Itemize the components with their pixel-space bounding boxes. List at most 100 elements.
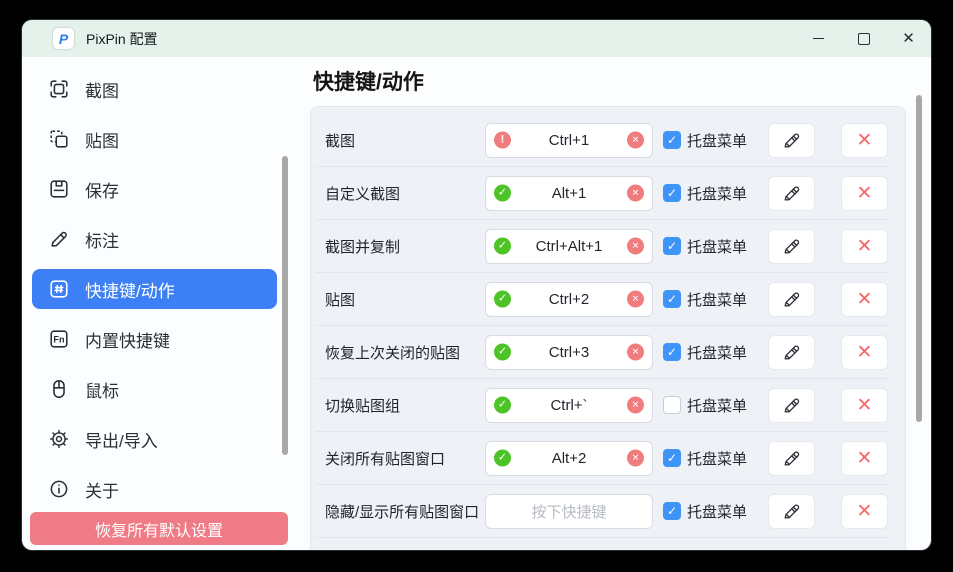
delete-hotkey-button[interactable]: ✕ [841, 494, 888, 529]
pencil-icon [781, 289, 802, 310]
content-area: 快捷键/动作 截图 ! Ctrl+1 ✕ ✓ 托盘菜单 ✕ 自定义截图 ✓ Al… [298, 57, 931, 550]
status-icon: ✓ [494, 344, 511, 361]
edit-hotkey-button[interactable] [768, 282, 815, 317]
tray-menu-checkbox[interactable]: ✓ [663, 131, 681, 149]
restore-defaults-button[interactable]: 恢复所有默认设置 [30, 512, 288, 545]
delete-hotkey-button[interactable]: ✕ [841, 176, 888, 211]
sidebar-item-label: 贴图 [85, 127, 119, 152]
sidebar-item-label: 标注 [85, 227, 119, 252]
hotkey-value: Alt+2 [552, 450, 587, 467]
tray-menu-checkbox[interactable]: ✓ [663, 237, 681, 255]
sidebar-item-label: 快捷键/动作 [85, 277, 175, 302]
hotkey-value: Ctrl+Alt+1 [536, 238, 603, 255]
pencil-icon [781, 130, 802, 151]
tray-menu-label: 托盘菜单 [687, 183, 747, 204]
pixpin-logo-icon: P [53, 28, 74, 49]
annotate-icon [48, 228, 70, 250]
content-scrollbar[interactable] [916, 95, 922, 422]
edit-hotkey-button[interactable] [768, 388, 815, 423]
delete-hotkey-button[interactable]: ✕ [841, 388, 888, 423]
clear-hotkey-icon[interactable]: ✕ [627, 397, 644, 414]
tray-menu-option: ✓ 托盘菜单 [663, 342, 748, 363]
tray-menu-checkbox[interactable]: ✓ [663, 502, 681, 520]
hotkey-value: Ctrl+` [550, 397, 587, 414]
status-icon: ✓ [494, 238, 511, 255]
delete-hotkey-button[interactable]: ✕ [841, 229, 888, 264]
clear-hotkey-icon[interactable]: ✕ [627, 450, 644, 467]
edit-hotkey-button[interactable] [768, 229, 815, 264]
hotkey-input[interactable]: ✓ Ctrl+` ✕ [485, 388, 653, 423]
delete-hotkey-button[interactable]: ✕ [841, 282, 888, 317]
tray-menu-checkbox[interactable]: ✓ [663, 184, 681, 202]
close-button[interactable]: ✕ [886, 20, 931, 57]
hotkey-row: 截图 ! Ctrl+1 ✕ ✓ 托盘菜单 ✕ [315, 114, 888, 167]
maximize-button[interactable] [841, 20, 886, 57]
sidebar-item-label: 鼠标 [85, 377, 119, 402]
clear-hotkey-icon[interactable]: ✕ [627, 238, 644, 255]
edit-hotkey-button[interactable] [768, 335, 815, 370]
hotkey-input[interactable]: ✓ Alt+1 ✕ [485, 176, 653, 211]
tray-menu-label: 托盘菜单 [687, 448, 747, 469]
delete-x-icon: ✕ [857, 131, 873, 150]
edit-hotkey-button[interactable] [768, 494, 815, 529]
pencil-icon [781, 236, 802, 257]
sidebar-item-gear[interactable]: 导出/导入 [32, 419, 277, 459]
delete-x-icon: ✕ [857, 396, 873, 415]
tray-menu-option: ✓ 托盘菜单 [663, 289, 748, 310]
titlebar: P PixPin 配置 ✕ [22, 20, 931, 57]
clear-hotkey-icon[interactable]: ✕ [627, 185, 644, 202]
tray-menu-checkbox[interactable]: ✓ [663, 449, 681, 467]
hotkey-input[interactable]: 按下快捷键 [485, 494, 653, 529]
delete-hotkey-button[interactable]: ✕ [841, 441, 888, 476]
delete-x-icon: ✕ [857, 290, 873, 309]
tray-menu-checkbox[interactable]: ✓ [663, 343, 681, 361]
sidebar-item-info[interactable]: 关于 [32, 469, 277, 509]
tray-menu-label: 托盘菜单 [687, 501, 747, 522]
sidebar-item-fn[interactable]: Fn 内置快捷键 [32, 319, 277, 359]
delete-hotkey-button[interactable]: ✕ [841, 335, 888, 370]
clear-hotkey-icon[interactable]: ✕ [627, 344, 644, 361]
sidebar-scrollbar[interactable] [282, 156, 288, 455]
pencil-icon [781, 501, 802, 522]
hotkey-input[interactable]: ✓ Ctrl+Alt+1 ✕ [485, 229, 653, 264]
sidebar-item-screenshot[interactable]: 截图 [32, 69, 277, 109]
window-controls: ✕ [796, 20, 931, 57]
delete-x-icon: ✕ [857, 449, 873, 468]
hotkey-row: 关闭所有贴图窗口 ✓ Alt+2 ✕ ✓ 托盘菜单 ✕ [315, 432, 888, 485]
window-body: 截图 贴图 保存 标注 快捷键/动作 Fn 内置快捷键 鼠标 导出/导入 关于 … [22, 57, 931, 550]
clear-hotkey-icon[interactable]: ✕ [627, 132, 644, 149]
info-icon [48, 478, 70, 500]
sidebar-item-mouse[interactable]: 鼠标 [32, 369, 277, 409]
sidebar-item-save[interactable]: 保存 [32, 169, 277, 209]
hotkey-value: Ctrl+2 [549, 291, 589, 308]
hotkey-row: 贴图 ✓ Ctrl+2 ✕ ✓ 托盘菜单 ✕ [315, 273, 888, 326]
status-icon: ✓ [494, 397, 511, 414]
clear-hotkey-icon[interactable]: ✕ [627, 291, 644, 308]
hotkey-input[interactable]: ! Ctrl+1 ✕ [485, 123, 653, 158]
hotkey-row: 恢复上次关闭的贴图 ✓ Ctrl+3 ✕ ✓ 托盘菜单 ✕ [315, 326, 888, 379]
tray-menu-checkbox[interactable] [663, 396, 681, 414]
action-label: 切换贴图组 [315, 395, 485, 416]
sidebar-item-pin-image[interactable]: 贴图 [32, 119, 277, 159]
hotkey-input[interactable]: ✓ Alt+2 ✕ [485, 441, 653, 476]
sidebar-item-hotkey[interactable]: 快捷键/动作 [32, 269, 277, 309]
delete-x-icon: ✕ [857, 343, 873, 362]
hotkey-input[interactable]: ✓ Ctrl+2 ✕ [485, 282, 653, 317]
hotkey-value: Ctrl+1 [549, 132, 589, 149]
tray-menu-checkbox[interactable]: ✓ [663, 290, 681, 308]
edit-hotkey-button[interactable] [768, 123, 815, 158]
tray-menu-label: 托盘菜单 [687, 342, 747, 363]
tray-menu-label: 托盘菜单 [687, 289, 747, 310]
pixpin-config-window: P PixPin 配置 ✕ 截图 贴图 保存 标注 快捷键/动作 Fn 内置快捷… [22, 20, 931, 550]
edit-hotkey-button[interactable] [768, 441, 815, 476]
action-label: 截图 [315, 130, 485, 151]
edit-hotkey-button[interactable] [768, 176, 815, 211]
hotkey-input[interactable]: ✓ Ctrl+3 ✕ [485, 335, 653, 370]
hotkey-row: 切换贴图组 ✓ Ctrl+` ✕ 托盘菜单 ✕ [315, 379, 888, 432]
hotkey-row: 截图并复制 ✓ Ctrl+Alt+1 ✕ ✓ 托盘菜单 ✕ [315, 220, 888, 273]
minimize-button[interactable] [796, 20, 841, 57]
sidebar-item-annotate[interactable]: 标注 [32, 219, 277, 259]
delete-hotkey-button[interactable]: ✕ [841, 123, 888, 158]
action-label: 自定义截图 [315, 183, 485, 204]
status-icon: ! [494, 132, 511, 149]
